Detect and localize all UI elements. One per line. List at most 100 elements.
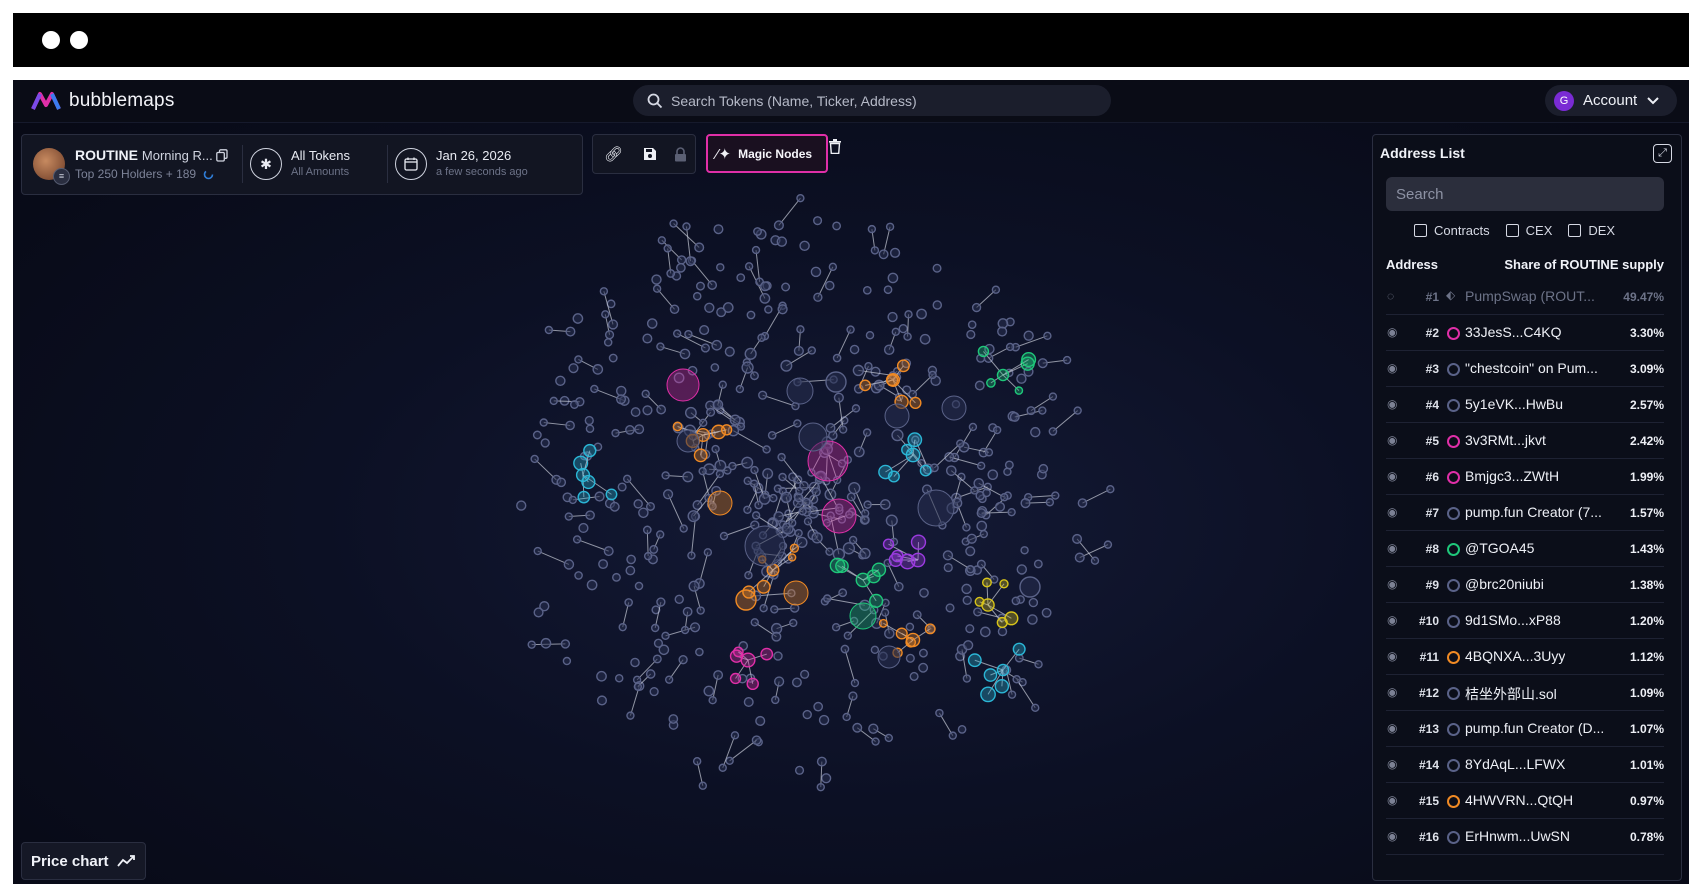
bubble-node[interactable] (609, 501, 620, 512)
bubble-node[interactable] (689, 622, 701, 633)
address-row[interactable]: ◉ #6 Bmjgc3...ZWtH 1.99% (1386, 459, 1664, 495)
address-name[interactable]: @brc20niubi (1465, 576, 1544, 592)
bubble-node[interactable] (704, 302, 715, 313)
bubble-node[interactable] (698, 781, 708, 790)
address-search-input[interactable]: Search (1386, 177, 1664, 211)
bubble-node[interactable] (710, 363, 720, 372)
bubble-node[interactable] (601, 310, 610, 319)
bubble-node[interactable] (780, 359, 793, 372)
bubble-node[interactable] (883, 344, 895, 356)
bubble-node[interactable] (713, 224, 724, 235)
bubble-node[interactable] (981, 577, 992, 588)
bubble-node[interactable] (599, 287, 609, 296)
checkbox[interactable] (1568, 224, 1582, 237)
bubble-node[interactable] (1041, 607, 1052, 618)
bubble-node[interactable] (707, 280, 718, 290)
bubble-node[interactable] (796, 536, 808, 548)
bubble-node[interactable] (655, 530, 665, 539)
bubble-node[interactable] (918, 662, 929, 673)
holder-bubble[interactable] (917, 489, 955, 527)
filter-dex[interactable]: DEX (1568, 223, 1615, 238)
bubble-node[interactable] (905, 632, 921, 648)
bubble-node[interactable] (803, 517, 813, 526)
address-row[interactable]: ◉ #8 @TGOA45 1.43% (1386, 531, 1664, 567)
link-icon[interactable]: 🔗︎ (602, 145, 626, 163)
bubble-node[interactable] (607, 319, 619, 330)
bubble-node[interactable] (656, 342, 665, 351)
bubble-node[interactable] (516, 500, 527, 511)
bubble-node[interactable] (1038, 463, 1049, 474)
bubble-node[interactable] (995, 501, 1006, 512)
bubble-node[interactable] (527, 640, 536, 649)
bubble-node[interactable] (563, 559, 575, 570)
bubble-node[interactable] (965, 546, 976, 557)
bubble-node[interactable] (695, 281, 705, 291)
bubble-node[interactable] (652, 284, 662, 293)
bubble-node[interactable] (652, 654, 662, 664)
bubble-node[interactable] (684, 329, 693, 339)
bubble-node[interactable] (713, 670, 724, 680)
bubble-node[interactable] (981, 598, 995, 612)
bubble-node[interactable] (666, 269, 676, 278)
bubble-node[interactable] (755, 715, 766, 727)
bubble-node[interactable] (716, 263, 725, 272)
bubble-node[interactable] (703, 548, 713, 557)
bubble-node[interactable] (646, 318, 658, 329)
bubble-node[interactable] (1045, 498, 1055, 507)
bubble-node[interactable] (736, 273, 746, 283)
bubble-node[interactable] (575, 467, 591, 483)
bubble-node[interactable] (725, 756, 734, 766)
bubble-node[interactable] (976, 461, 986, 470)
bubble-node[interactable] (626, 711, 635, 720)
bubble-node[interactable] (813, 701, 824, 712)
bubble-node[interactable] (842, 712, 851, 722)
bubble-node[interactable] (992, 425, 1002, 435)
bubble-node[interactable] (780, 491, 793, 504)
bubble-node[interactable] (1014, 386, 1024, 395)
bubble-node[interactable] (532, 430, 542, 440)
copy-icon[interactable] (216, 149, 228, 162)
filter-cex[interactable]: CEX (1505, 223, 1552, 238)
eye-icon[interactable]: ◉ (1387, 469, 1397, 483)
bubble-node[interactable] (758, 492, 771, 505)
bubble-node[interactable] (676, 262, 686, 273)
bubble-node[interactable] (672, 421, 683, 432)
bubble-node[interactable] (625, 565, 636, 576)
bubble-node[interactable] (904, 310, 913, 319)
bubble-node[interactable] (773, 651, 783, 661)
address-row[interactable]: ◉ #11 4BQNXA...3Uyy 1.12% (1386, 639, 1664, 675)
bubble-node[interactable] (562, 656, 572, 666)
bubble-node[interactable] (1048, 392, 1058, 401)
address-name[interactable]: 4HWVRN...QtQH (1465, 792, 1573, 808)
bubble-node[interactable] (642, 405, 653, 416)
bubble-node[interactable] (813, 292, 823, 302)
holder-bubble[interactable] (884, 403, 910, 429)
bubble-node[interactable] (887, 470, 900, 483)
bubble-node[interactable] (687, 551, 696, 560)
bubble-node[interactable] (668, 714, 679, 724)
bubble-node[interactable] (533, 546, 542, 556)
bubble-node[interactable] (996, 368, 1010, 382)
bubble-node[interactable] (818, 714, 830, 726)
bubble-node[interactable] (884, 628, 895, 639)
bubble-node[interactable] (968, 422, 978, 432)
bubble-node[interactable] (661, 631, 670, 641)
bubble-node[interactable] (799, 481, 809, 491)
address-name[interactable]: 9d1SMo...xP88 (1465, 612, 1561, 628)
bubble-node[interactable] (568, 495, 577, 505)
bubble-node[interactable] (633, 682, 643, 691)
bubble-node[interactable] (749, 479, 759, 488)
bubble-node[interactable] (831, 623, 841, 632)
bubble-node[interactable] (929, 463, 939, 473)
bubble-node[interactable] (1048, 427, 1058, 436)
eye-icon[interactable]: ◉ (1387, 325, 1397, 339)
bubble-node[interactable] (799, 240, 810, 252)
bubble-node[interactable] (682, 471, 694, 483)
bubble-node[interactable] (994, 679, 1010, 694)
bubble-node[interactable] (760, 647, 774, 661)
bubble-node[interactable] (980, 686, 996, 703)
bubble-node[interactable] (706, 407, 716, 417)
bubble-node[interactable] (565, 326, 576, 337)
bubble-node[interactable] (961, 583, 972, 595)
bubble-node[interactable] (778, 472, 787, 482)
